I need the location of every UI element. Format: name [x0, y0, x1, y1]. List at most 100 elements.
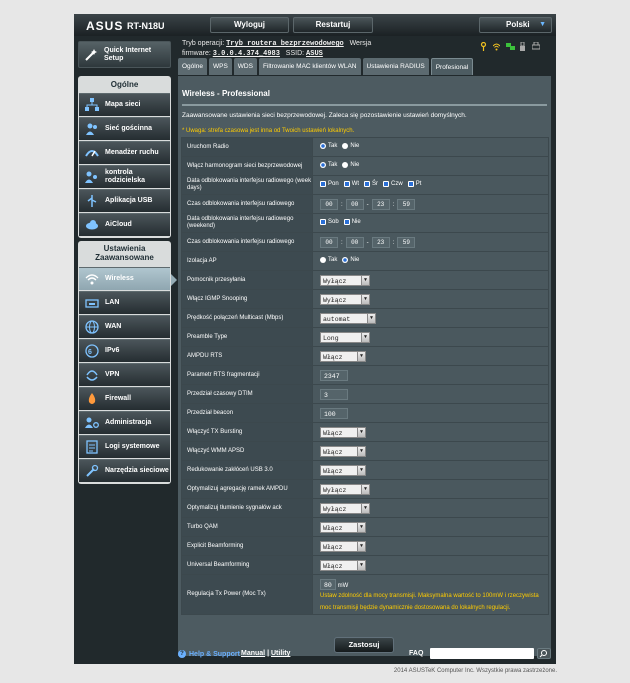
weekend-start-hour[interactable]: 00	[320, 236, 338, 248]
top-bar: ASUS RT-N18U Wyloguj Restartuj Polski ▼	[74, 14, 556, 36]
day-checkbox[interactable]: Sob	[320, 219, 339, 225]
advanced-title: Ustawienia Zaawansowane	[95, 244, 154, 262]
day-checkbox[interactable]: Czw	[383, 181, 403, 187]
weekend-start-min[interactable]: 00	[345, 236, 364, 248]
restart-button[interactable]: Restartuj	[293, 17, 373, 33]
chevron-down-icon: ▼	[539, 21, 546, 28]
sidebar-item-traffic-manager[interactable]: Menadżer ruchu	[79, 141, 170, 164]
language-select[interactable]: Polski ▼	[479, 17, 552, 33]
turbo-qam-select[interactable]: Włącz ▼	[320, 521, 366, 533]
day-checkbox[interactable]: Wt	[343, 181, 359, 187]
sidebar-item-cloud[interactable]: AiCloud	[79, 213, 170, 236]
vpn-icon	[84, 368, 99, 383]
weekend-end-min[interactable]: 59	[397, 236, 416, 248]
radio-no[interactable]: Nie	[342, 143, 359, 149]
weekdays-label: Data odblokowania interfejsu radiowego (…	[181, 175, 313, 195]
ack-select[interactable]: Wyłącz ▼	[320, 502, 370, 514]
rts-input[interactable]: 2347	[320, 369, 348, 381]
ampdu-agg-select[interactable]: Wyłącz ▼	[320, 483, 370, 495]
preamble-label: Preamble Type	[181, 327, 313, 347]
table-row: Turbo QAM Włącz ▼	[181, 517, 549, 537]
ap-isolation-yes[interactable]: Tak	[320, 257, 337, 263]
table-row: Optymalizuj tłumienie sygnałów ack Wyłąc…	[181, 498, 549, 518]
weekday-start-min[interactable]: 00	[345, 198, 364, 210]
general-title: Ogólne	[110, 80, 139, 89]
day-checkbox[interactable]: Pt	[407, 181, 421, 187]
firewall-icon	[84, 392, 99, 407]
help-support-link[interactable]: ? Help & Support	[178, 650, 240, 658]
timezone-warning[interactable]: * Uwaga: strefa czasowa jest inna od Two…	[182, 128, 354, 134]
sidebar-item-network-map[interactable]: Mapa sieci	[79, 93, 170, 116]
igmp-select[interactable]: Wyłącz ▼	[320, 293, 370, 305]
weekend-end-hour[interactable]: 23	[371, 236, 390, 248]
general-group: Ogólne Mapa sieci Sieć gościnna Menadżer r…	[78, 76, 171, 238]
sidebar: Quick Internet Setup Ogólne Mapa sieci Si…	[78, 41, 177, 484]
sidebar-item-guest-network[interactable]: Sieć gościnna	[79, 117, 170, 140]
wmm-apsd-select[interactable]: Włącz ▼	[320, 445, 366, 457]
sidebar-item-administration[interactable]: Administracja	[79, 411, 170, 434]
sidebar-item-system-log[interactable]: Logi systemowe	[79, 435, 170, 458]
sidebar-item-label: Aplikacja USB	[105, 197, 153, 204]
tab-2[interactable]: WDS	[233, 58, 257, 75]
tab-4[interactable]: Ustawienia RADIUS	[362, 58, 429, 75]
weekday-start-hour[interactable]: 00	[320, 198, 338, 210]
sidebar-item-wan[interactable]: WAN	[79, 315, 170, 338]
logout-button[interactable]: Wyloguj	[210, 17, 289, 33]
wifi-icon[interactable]	[492, 42, 501, 51]
day-checkbox[interactable]: Nie	[343, 219, 361, 225]
tab-3[interactable]: Filtrowanie MAC klientów WLAN	[258, 58, 361, 75]
sidebar-item-label: VPN	[105, 371, 120, 378]
ampdu-rts-select[interactable]: Włącz ▼	[320, 350, 366, 362]
mode-link[interactable]: Tryb routera bezprzewodowego	[226, 40, 344, 48]
day-checkbox[interactable]: Pon	[320, 181, 339, 187]
tx-assist-select[interactable]: Wyłącz ▼	[320, 274, 370, 286]
utility-link[interactable]: Utility	[271, 650, 290, 657]
tab-1[interactable]: WPS	[208, 58, 232, 75]
dtim-input[interactable]: 3	[320, 388, 348, 400]
faq-search-input[interactable]	[430, 648, 534, 659]
sidebar-item-vpn[interactable]: VPN	[79, 363, 170, 386]
txpower-input[interactable]: 80	[320, 578, 336, 590]
tab-0[interactable]: Ogólne	[178, 58, 207, 75]
tab-5[interactable]: Profesional	[430, 58, 474, 75]
sidebar-item-network-tools[interactable]: Narzędzia sieciowe	[79, 459, 170, 482]
system-log-icon	[84, 440, 99, 455]
manual-link[interactable]: Manual	[241, 650, 265, 657]
sidebar-item-label: Mapa sieci	[105, 101, 141, 108]
radio-yes[interactable]: Tak	[320, 143, 337, 149]
beacon-input[interactable]: 100	[320, 407, 348, 419]
ap-isolation-no[interactable]: Nie	[342, 257, 359, 263]
help-icon: ?	[178, 650, 186, 658]
universal-bf-select[interactable]: Włącz ▼	[320, 559, 366, 571]
ampdu-agg-label: Optymalizuj agregację ramek AMPDU	[181, 479, 313, 499]
schedule-no[interactable]: Nie	[342, 162, 359, 168]
wmm-apsd-label: Włączyć WMM APSD	[181, 441, 313, 461]
quick-internet-setup[interactable]: Quick Internet Setup	[78, 41, 171, 68]
sidebar-item-lan[interactable]: LAN	[79, 291, 170, 314]
sidebar-item-wireless[interactable]: Wireless	[79, 267, 177, 290]
network-icon[interactable]	[506, 42, 515, 51]
network-tools-icon	[84, 464, 99, 479]
tx-burst-select[interactable]: Włącz ▼	[320, 426, 366, 438]
weekday-end-hour[interactable]: 23	[371, 198, 390, 210]
key-icon[interactable]	[480, 41, 487, 51]
faq-search-button[interactable]	[537, 648, 551, 659]
weekday-end-min[interactable]: 59	[397, 198, 416, 210]
sidebar-item-usb[interactable]: Aplikacja USB	[79, 189, 170, 212]
schedule-yes[interactable]: Tak	[320, 162, 337, 168]
page-title: Wireless - Professional	[182, 89, 270, 98]
multicast-select[interactable]: automat ▼	[320, 312, 376, 324]
usb3-select[interactable]: Włącz ▼	[320, 464, 366, 476]
day-checkbox[interactable]: Śr	[364, 181, 378, 187]
table-row: Włącz IGMP Snooping Wyłącz ▼	[181, 289, 549, 309]
preamble-select[interactable]: Long ▼	[320, 331, 370, 343]
sidebar-item-parental-control[interactable]: kontrola rodzicielska	[79, 165, 170, 188]
explicit-bf-select[interactable]: Włącz ▼	[320, 540, 366, 552]
sidebar-item-firewall[interactable]: Firewall	[79, 387, 170, 410]
ssid-link[interactable]: ASUS	[306, 50, 323, 58]
printer-icon[interactable]	[531, 41, 541, 51]
firmware-link[interactable]: 3.0.0.4.374_4983	[213, 50, 280, 58]
sidebar-item-ipv6[interactable]: 6 IPv6	[79, 339, 170, 362]
table-row: Redukowanie zakłóceń USB 3.0 Włącz ▼	[181, 460, 549, 480]
usb-status-icon[interactable]	[519, 41, 526, 51]
